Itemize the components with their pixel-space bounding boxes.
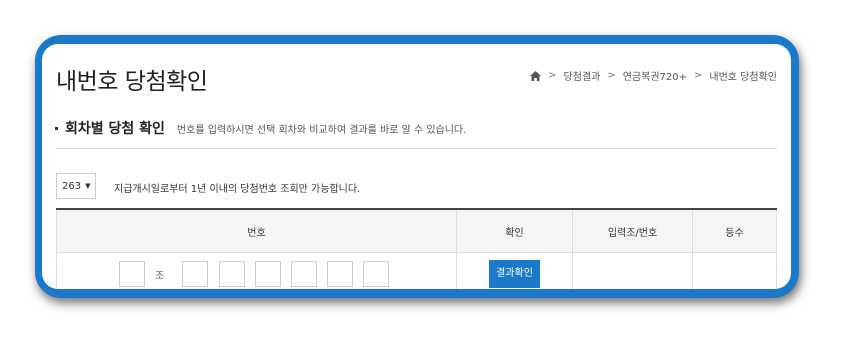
section-header: 회차별 당첨 확인 번호를 입력하시면 선택 회차와 비교하여 결과를 바로 알…	[55, 118, 466, 138]
header-check: 확인	[456, 208, 573, 253]
bullet-icon	[55, 126, 58, 130]
header-number: 번호	[56, 208, 457, 253]
digit-input-5[interactable]	[326, 261, 353, 287]
caret-down-icon: ▼	[85, 182, 91, 190]
content-panel: 내번호 당첨확인 > 당첨결과 > 연금복권720+ > 내번호 당첨확인 회차…	[42, 44, 791, 289]
divider	[56, 148, 777, 149]
table-header-row: 번호 확인 입력조/번호 등수	[56, 208, 777, 253]
header-input-jo-number: 입력조/번호	[572, 208, 693, 253]
input-jo-number-cell	[572, 252, 693, 289]
check-cell: 결과확인	[456, 252, 573, 289]
result-table: 번호 확인 입력조/번호 등수 조 결과확인	[56, 208, 777, 289]
breadcrumb-separator-icon: >	[694, 70, 703, 81]
number-input-cell: 조	[56, 252, 457, 289]
jo-input[interactable]	[119, 261, 146, 287]
jo-label: 조	[155, 270, 165, 282]
breadcrumb-item-current: 내번호 당첨확인	[709, 72, 777, 83]
section-title: 회차별 당첨 확인	[65, 121, 165, 137]
digit-input-4[interactable]	[290, 261, 317, 287]
breadcrumb: > 당첨결과 > 연금복권720+ > 내번호 당첨확인	[530, 68, 777, 83]
header-rank: 등수	[692, 208, 777, 253]
round-select[interactable]: 263 ▼	[56, 173, 96, 199]
digit-input-1[interactable]	[182, 261, 209, 287]
digit-input-6[interactable]	[362, 261, 389, 287]
digit-input-3[interactable]	[254, 261, 281, 287]
breadcrumb-item-results[interactable]: 당첨결과	[564, 68, 601, 83]
home-icon[interactable]	[530, 70, 542, 81]
rank-cell	[692, 252, 777, 289]
round-select-value: 263	[62, 180, 82, 192]
page-title: 내번호 당첨확인	[56, 69, 208, 95]
breadcrumb-separator-icon: >	[548, 70, 557, 81]
section-description: 번호를 입력하시면 선택 회차와 비교하여 결과를 바로 알 수 있습니다.	[176, 124, 467, 136]
lookup-note: 지급개시일로부터 1년 이내의 당첨번호 조회만 가능합니다.	[114, 184, 361, 195]
digit-input-2[interactable]	[218, 261, 245, 287]
check-result-button[interactable]: 결과확인	[489, 260, 540, 288]
breadcrumb-separator-icon: >	[607, 70, 616, 81]
table-row: 조 결과확인	[56, 252, 777, 289]
breadcrumb-item-lottery[interactable]: 연금복권720+	[623, 68, 687, 83]
